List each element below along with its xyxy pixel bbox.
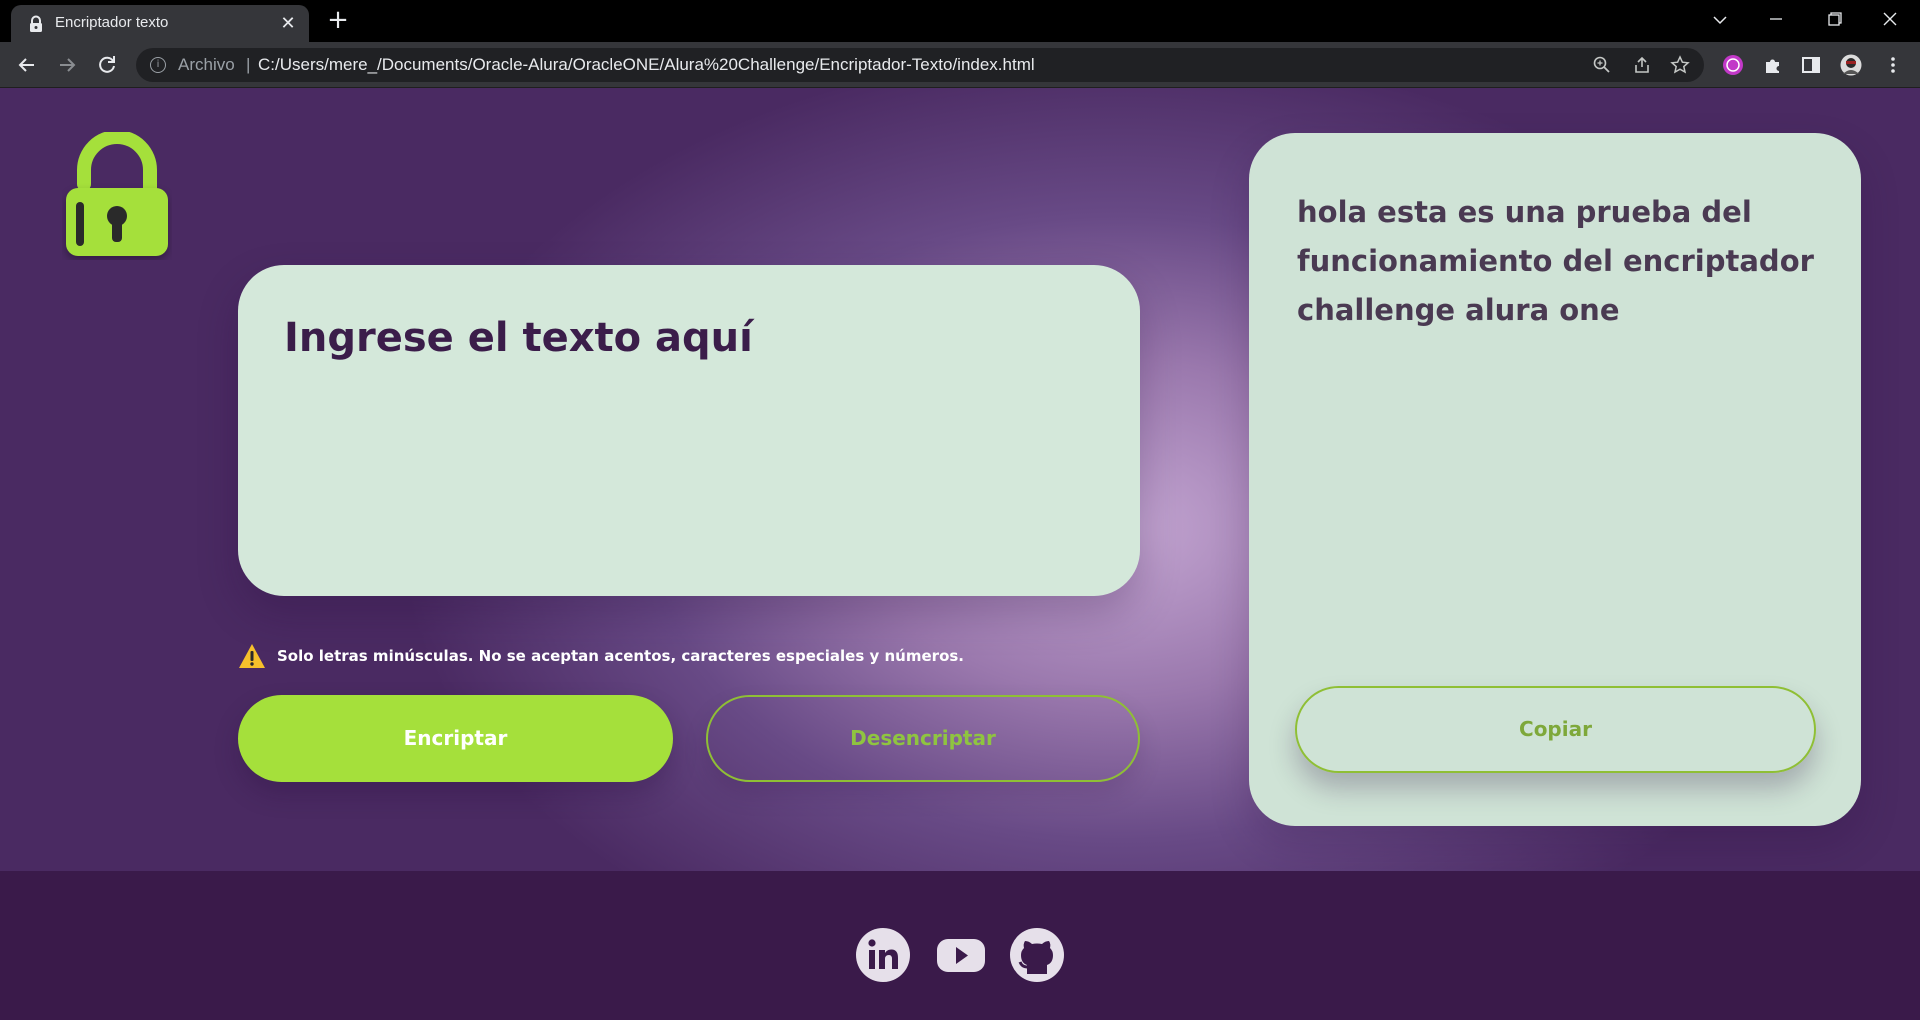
text-input-area[interactable]: Ingrese el texto aquí <box>238 265 1140 596</box>
padlock-logo-icon <box>66 132 168 256</box>
page-content: Ingrese el texto aquí Solo letras minúsc… <box>0 88 1920 1020</box>
restore-icon[interactable] <box>1806 0 1862 40</box>
footer <box>0 871 1920 1020</box>
close-window-icon[interactable] <box>1862 0 1918 40</box>
output-panel: hola esta es una prueba del funcionamien… <box>1249 133 1861 826</box>
warning-text: Solo letras minúsculas. No se aceptan ac… <box>277 647 964 665</box>
share-icon[interactable] <box>1632 55 1652 75</box>
menu-kebab-icon[interactable] <box>1882 54 1904 76</box>
address-bar[interactable]: i Archivo | C:/Users/mere_/Documents/Ora… <box>136 48 1704 82</box>
forward-icon[interactable] <box>52 50 82 80</box>
extensions-puzzle-icon[interactable] <box>1762 54 1784 76</box>
linkedin-icon[interactable] <box>855 927 911 983</box>
tab-title: Encriptador texto <box>55 14 169 31</box>
reload-icon[interactable] <box>92 50 122 80</box>
lock-icon <box>30 15 42 32</box>
browser-tab[interactable]: Encriptador texto ✕ <box>11 5 309 43</box>
bookmark-star-icon[interactable] <box>1670 55 1690 75</box>
profile-avatar-icon[interactable] <box>1840 54 1862 76</box>
new-tab-button[interactable]: + <box>325 7 351 34</box>
url-scheme: Archivo <box>178 55 235 74</box>
github-icon[interactable] <box>1009 927 1065 983</box>
encrypt-button[interactable]: Encriptar <box>238 695 673 782</box>
copy-button[interactable]: Copiar <box>1295 686 1816 773</box>
url-separator: | <box>246 55 251 74</box>
warning-icon <box>239 644 265 668</box>
browser-tabbar: Encriptador texto ✕ + <box>0 0 1920 43</box>
youtube-icon[interactable] <box>933 927 989 983</box>
minimize-icon[interactable] <box>1748 0 1804 40</box>
tab-search-icon[interactable] <box>1692 0 1748 40</box>
browser-toolbar: i Archivo | C:/Users/mere_/Documents/Ora… <box>0 42 1920 88</box>
output-text: hola esta es una prueba del funcionamien… <box>1297 195 1814 327</box>
decrypt-button[interactable]: Desencriptar <box>706 695 1140 782</box>
info-icon[interactable]: i <box>150 57 166 73</box>
side-panel-icon[interactable] <box>1800 54 1822 76</box>
tab-close-icon[interactable]: ✕ <box>277 13 299 35</box>
input-placeholder: Ingrese el texto aquí <box>284 315 753 361</box>
url-text[interactable]: C:/Users/mere_/Documents/Oracle-Alura/Or… <box>258 55 1035 75</box>
extension-profile-icon[interactable] <box>1722 54 1744 76</box>
zoom-icon[interactable] <box>1592 55 1612 75</box>
back-icon[interactable] <box>12 50 42 80</box>
